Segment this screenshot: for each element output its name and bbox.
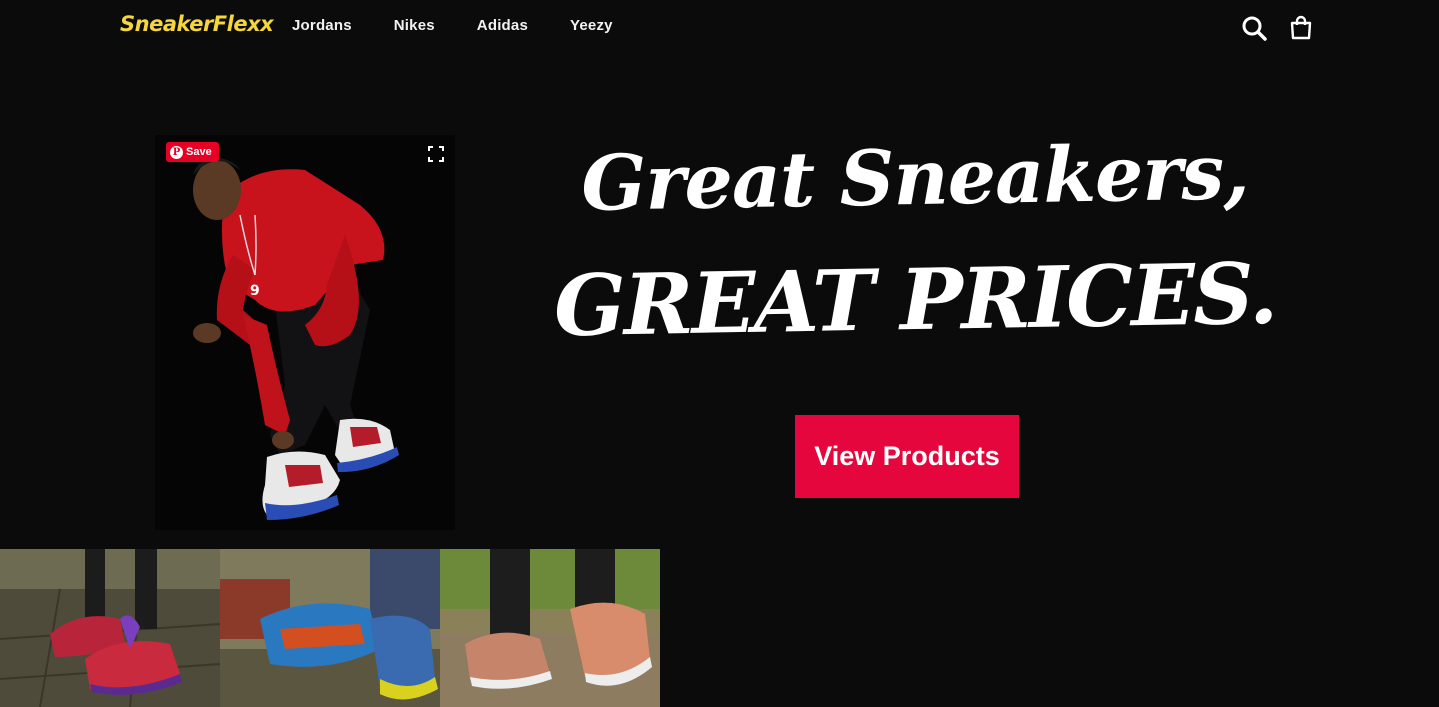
sneaker-thumbnail-2[interactable] <box>220 549 440 707</box>
headline-line-2: GREAT PRICES. <box>553 243 1277 356</box>
view-products-button[interactable]: View Products <box>795 415 1019 498</box>
hero-model-photo: 9 <box>155 135 455 530</box>
nav-item-nikes[interactable]: Nikes <box>394 17 435 34</box>
model-illustration: 9 <box>155 135 455 530</box>
sneaker-thumbnail-3[interactable] <box>440 549 660 707</box>
main-nav: Jordans Nikes Adidas Yeezy <box>292 17 613 34</box>
nav-item-yeezy[interactable]: Yeezy <box>570 17 613 34</box>
search-icon[interactable] <box>1240 14 1268 42</box>
page: SneakerFlexx Jordans Nikes Adidas Yeezy <box>0 0 1439 707</box>
nav-item-adidas[interactable]: Adidas <box>477 17 528 34</box>
pin-save-label: Save <box>186 146 212 158</box>
hero-headline: Great Sneakers, GREAT PRICES. <box>545 127 1285 355</box>
svg-text:9: 9 <box>250 283 260 299</box>
expand-icon[interactable] <box>428 146 444 162</box>
headline-line-1: Great Sneakers, <box>580 127 1250 228</box>
site-logo[interactable]: SneakerFlexx <box>120 12 274 36</box>
nav-item-jordans[interactable]: Jordans <box>292 17 352 34</box>
pinterest-save-button[interactable]: P Save <box>166 142 219 162</box>
thumbnail-gallery <box>0 549 660 707</box>
cart-icon[interactable] <box>1287 14 1315 42</box>
pinterest-icon: P <box>170 145 183 159</box>
sneaker-thumbnail-1[interactable] <box>0 549 220 707</box>
